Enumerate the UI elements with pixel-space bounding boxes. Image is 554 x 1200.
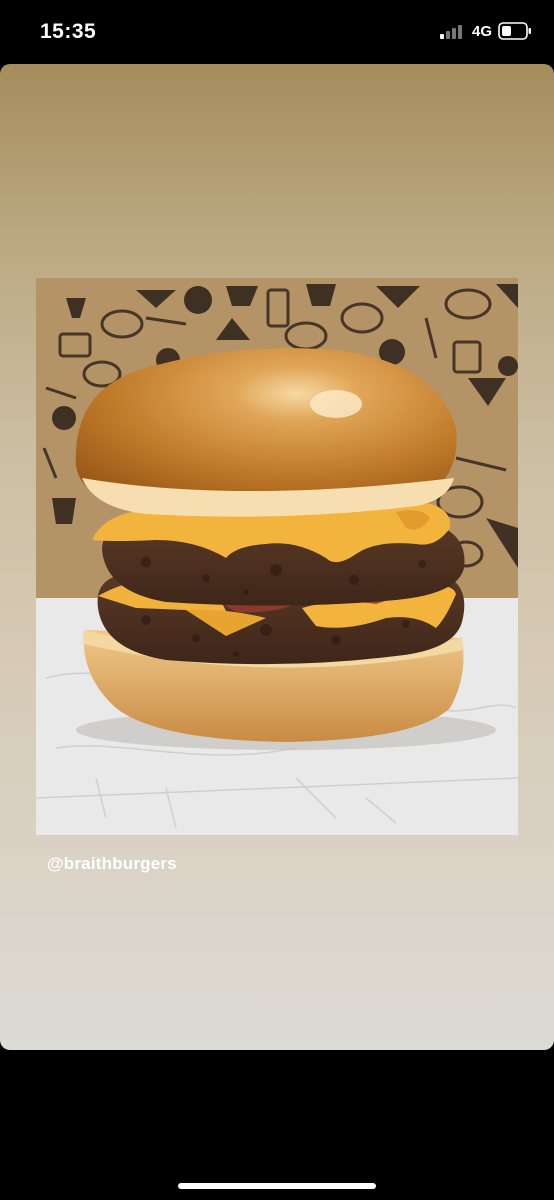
status-indicators: 4G [439, 22, 532, 40]
double-cheeseburger-photo[interactable] [36, 278, 518, 835]
status-bar: 15:35 4G [0, 0, 554, 64]
network-type: 4G [471, 22, 492, 40]
signal-bars-icon [439, 25, 462, 39]
story-card[interactable]: @braithburgers [0, 64, 554, 1050]
home-indicator[interactable] [178, 1183, 376, 1189]
status-time: 15:35 [40, 20, 97, 43]
story-username[interactable]: @braithburgers [47, 854, 177, 874]
burger-illustration [36, 278, 518, 835]
battery-icon [498, 22, 531, 40]
